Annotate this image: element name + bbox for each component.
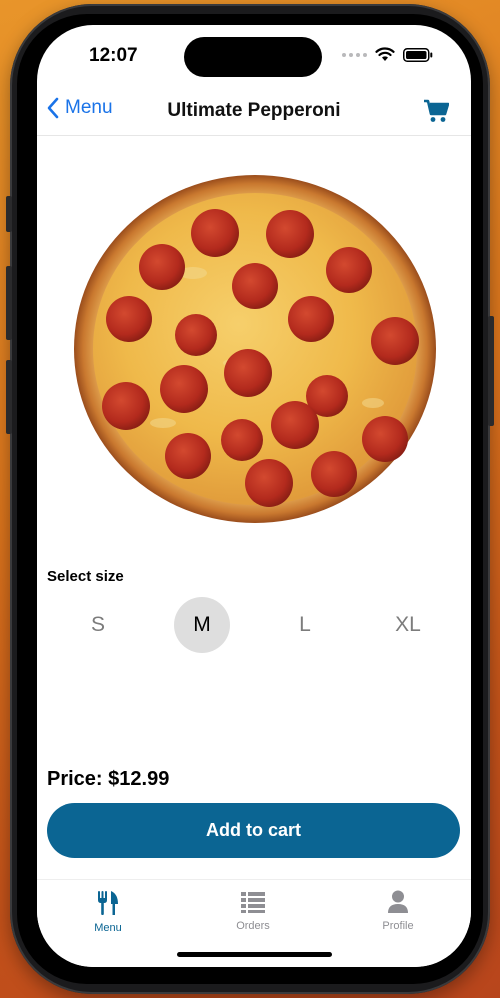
navigation-bar: Menu Ultimate Pepperoni	[37, 91, 471, 136]
pizza-image	[74, 175, 436, 523]
size-option-m[interactable]: M	[174, 597, 230, 653]
power-button	[488, 316, 494, 426]
page-title: Ultimate Pepperoni	[167, 100, 341, 121]
dynamic-island	[184, 37, 322, 77]
size-selector: S M L XL	[37, 597, 471, 653]
volume-up-button	[6, 266, 12, 340]
tab-menu[interactable]: Menu	[63, 890, 153, 934]
signal-icon	[342, 52, 367, 57]
wifi-icon	[375, 47, 395, 61]
utensils-icon	[98, 891, 118, 915]
tab-orders[interactable]: Orders	[208, 890, 298, 932]
tab-orders-label: Orders	[236, 920, 270, 932]
mute-switch	[6, 196, 12, 232]
battery-icon	[403, 47, 433, 62]
size-heading: Select size	[47, 568, 124, 585]
price-label: Price: $12.99	[47, 768, 170, 790]
status-icons	[342, 47, 433, 62]
tab-profile-label: Profile	[382, 920, 414, 932]
home-indicator	[177, 952, 332, 957]
cart-button[interactable]	[423, 99, 450, 128]
tab-menu-label: Menu	[94, 922, 122, 934]
list-icon	[241, 892, 265, 913]
tab-profile[interactable]: Profile	[353, 890, 443, 932]
size-option-xl[interactable]: XL	[380, 597, 436, 653]
size-option-l[interactable]: L	[277, 597, 333, 653]
user-icon	[388, 890, 408, 913]
status-time: 12:07	[89, 45, 138, 66]
add-to-cart-button[interactable]: Add to cart	[47, 803, 460, 858]
cart-icon	[424, 99, 450, 122]
volume-down-button	[6, 360, 12, 434]
app-screen: 12:07 Menu Ultimate Pepperoni Select siz…	[37, 25, 471, 967]
size-option-s[interactable]: S	[70, 597, 126, 653]
